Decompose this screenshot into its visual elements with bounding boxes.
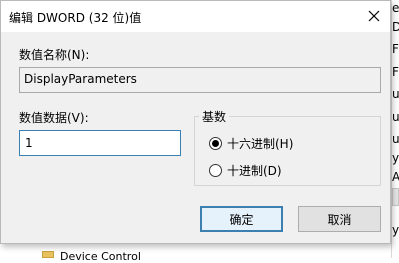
edit-dword-dialog: 编辑 DWORD (32 位)值 数值名称(N): DisplayParamet… [0,0,391,244]
background-text: y [392,223,399,237]
background-text: e [392,1,399,15]
background-text: F [392,42,399,56]
background-tree-label: Device Control [60,250,141,263]
radio-hexadecimal[interactable]: 十六进制(H) [209,135,293,152]
folder-icon [42,251,54,258]
value-data-label: 数值数据(V): [19,111,89,125]
background-scrollbar-thumb[interactable] [392,188,399,206]
value-name-label: 数值名称(N): [19,48,90,62]
background-window [391,0,399,258]
background-text: y [392,151,399,165]
radio-hexadecimal-label: 十六进制(H) [227,137,294,151]
radio-selected-icon [209,137,222,150]
radio-decimal[interactable]: 十进制(D) [209,162,282,179]
radio-unselected-icon [209,164,222,177]
ok-button[interactable]: 确定 [200,206,283,232]
background-tree-row [0,244,391,258]
background-text: u [392,87,399,101]
background-text: F [392,65,399,79]
close-icon [368,10,380,22]
background-text: u [392,132,399,146]
radio-decimal-label: 十进制(D) [227,164,282,178]
cancel-button[interactable]: 取消 [298,206,381,232]
title-bar: 编辑 DWORD (32 位)值 [1,1,390,32]
dialog-title: 编辑 DWORD (32 位)值 [9,11,142,25]
value-data-input[interactable] [19,130,181,156]
value-name-field[interactable]: DisplayParameters [19,67,381,93]
close-button[interactable] [361,5,387,27]
background-text: A [392,170,399,184]
background-text: D [392,20,399,34]
base-group-title: 基数 [199,108,230,125]
background-text: u [392,110,399,124]
